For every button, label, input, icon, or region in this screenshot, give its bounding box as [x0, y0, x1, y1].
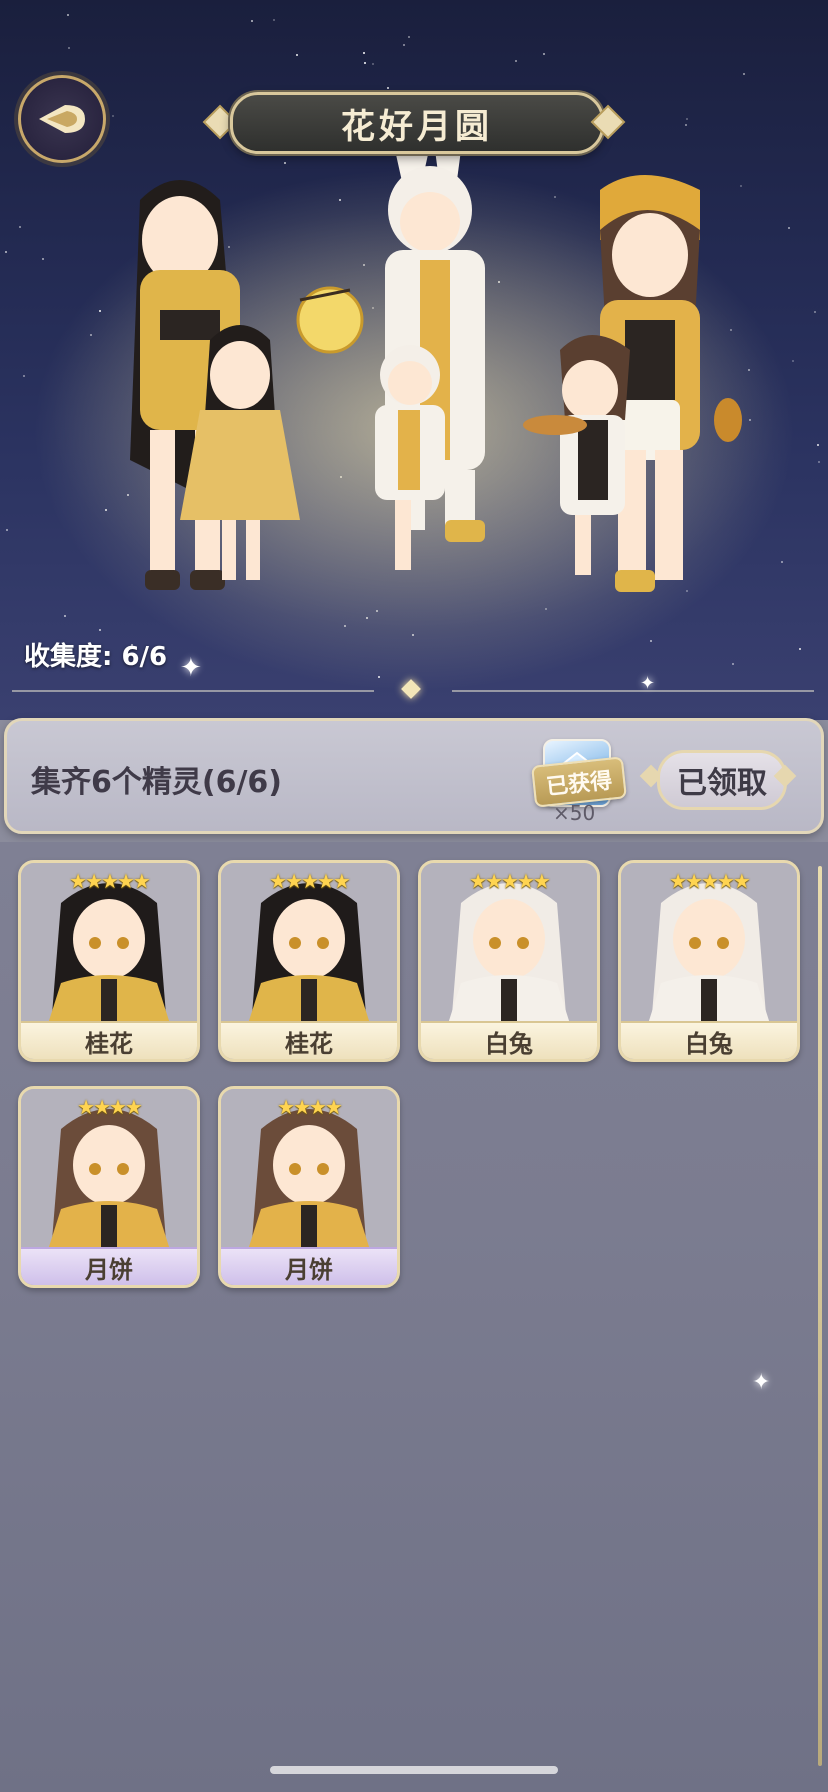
spirit-card[interactable]: ★★★★★ 桂花: [218, 860, 400, 1062]
background-star: [273, 19, 275, 21]
rarity-stars: ★★★★★: [469, 869, 551, 893]
page-title: 花好月圆: [230, 92, 604, 154]
obtained-tag: 已获得: [531, 756, 627, 808]
reward-item[interactable]: 已获得: [531, 739, 627, 809]
claimed-button[interactable]: 已领取: [657, 750, 787, 810]
background-star: [68, 47, 70, 49]
home-indicator[interactable]: [270, 1766, 558, 1774]
rarity-stars: ★★★★★: [669, 869, 751, 893]
divider-right: [452, 690, 814, 692]
background-star: [112, 115, 114, 117]
background-star: [403, 44, 405, 46]
rarity-stars: ★★★★: [277, 1095, 343, 1119]
spirit-card[interactable]: ★★★★ 月饼: [218, 1086, 400, 1288]
background-star: [296, 54, 298, 56]
background-star: [251, 20, 253, 22]
spirit-name: 桂花: [21, 1021, 197, 1059]
spirit-card[interactable]: ★★★★ 月饼: [18, 1086, 200, 1288]
spirit-name: 白兔: [621, 1021, 797, 1059]
collection-reward-bar: 集齐6个精灵(6/6) 已获得 ×50 已领取: [4, 718, 824, 834]
back-button[interactable]: [18, 75, 106, 163]
spirit-card[interactable]: ★★★★★ 白兔: [418, 860, 600, 1062]
rarity-stars: ★★★★★: [69, 869, 151, 893]
background-star: [408, 36, 410, 38]
rarity-stars: ★★★★: [77, 1095, 143, 1119]
background-star: [67, 14, 69, 16]
rarity-stars: ★★★★★: [269, 869, 351, 893]
background-star: [543, 53, 545, 55]
spirit-name: 白兔: [421, 1021, 597, 1059]
background-star: [686, 118, 688, 120]
background-star: [364, 62, 366, 64]
background-star: [387, 87, 389, 89]
reward-quantity: ×50: [553, 801, 596, 825]
background-star: [363, 52, 365, 54]
divider-left: [12, 690, 374, 692]
background-star: [685, 124, 687, 126]
scrollbar[interactable]: [818, 866, 822, 1766]
title-banner: 花好月圆: [200, 92, 628, 154]
flower-ornament-icon: [590, 104, 626, 140]
spirit-card[interactable]: ★★★★★ 桂花: [18, 860, 200, 1062]
spirit-name: 桂花: [221, 1021, 397, 1059]
hero-characters-illustration: [34, 150, 794, 690]
background-star: [515, 60, 517, 62]
background-star: [743, 73, 745, 75]
reward-description: 集齐6个精灵(6/6): [31, 765, 283, 800]
sparkle-icon: ✦: [752, 1370, 771, 1395]
spirit-card[interactable]: ★★★★★ 白兔: [618, 860, 800, 1062]
spirit-name: 月饼: [221, 1247, 397, 1285]
spirit-name: 月饼: [21, 1247, 197, 1285]
back-arrow-icon: [39, 105, 85, 133]
collection-progress-label: 收集度: 6/6: [24, 642, 168, 672]
background-star: [372, 63, 374, 65]
